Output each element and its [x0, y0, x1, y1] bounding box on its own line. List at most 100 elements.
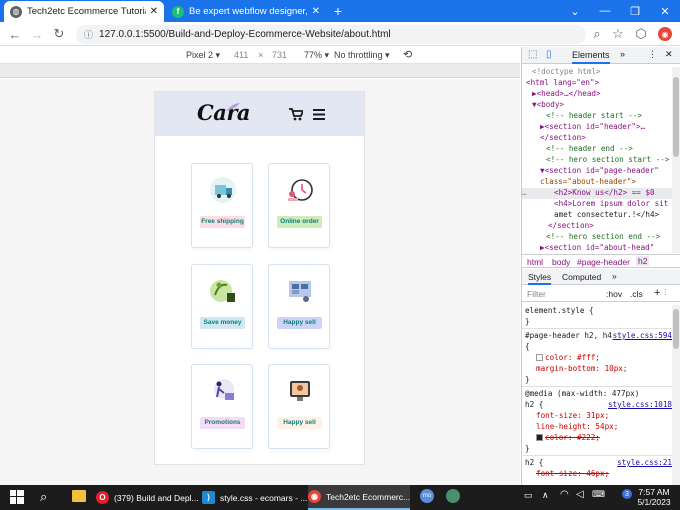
- dom-line[interactable]: <!doctype html>: [532, 67, 680, 79]
- breadcrumb-page-header[interactable]: #page-header: [577, 257, 630, 267]
- wifi-icon[interactable]: ◠: [560, 489, 569, 500]
- info-icon[interactable]: ⓘ: [84, 28, 93, 41]
- rule-selector[interactable]: #page-header h2, h4: [525, 331, 615, 342]
- tab-search-icon[interactable]: ⌄: [560, 0, 590, 22]
- css-property[interactable]: color: #fff;: [536, 353, 680, 364]
- dom-line[interactable]: <h4>Lorem ipsum dolor sit: [554, 199, 680, 211]
- dom-line[interactable]: ▶<section id="about-head": [540, 243, 680, 255]
- styles-filter-input[interactable]: Filter: [527, 289, 546, 299]
- tray-chevron-icon[interactable]: ∧: [542, 490, 549, 501]
- css-property-overridden[interactable]: color: #222;: [536, 433, 680, 444]
- dom-scrollbar[interactable]: [672, 67, 680, 253]
- dom-line[interactable]: ▼<body>: [532, 100, 680, 112]
- tab-styles[interactable]: Styles: [528, 272, 552, 285]
- new-tab-button[interactable]: +: [330, 3, 346, 19]
- reload-button[interactable]: ↻: [50, 25, 68, 43]
- hamburger-menu-icon[interactable]: [313, 109, 325, 120]
- styles-scrollbar[interactable]: [672, 305, 680, 485]
- zoom-icon[interactable]: ⌕: [588, 25, 606, 43]
- bookmark-star-icon[interactable]: ☆: [609, 25, 627, 43]
- more-tabs-icon[interactable]: »: [620, 49, 625, 59]
- search-icon[interactable]: ⌕: [40, 489, 47, 505]
- extension-icon[interactable]: ⬡: [632, 25, 650, 43]
- dom-scrollbar-thumb[interactable]: [673, 77, 679, 157]
- feature-box-happy-sell-2: Happy sell: [268, 364, 330, 449]
- site-header: Cara: [155, 92, 364, 136]
- breadcrumb-html[interactable]: html: [527, 257, 543, 267]
- more-style-tabs-icon[interactable]: »: [612, 271, 617, 281]
- dom-line[interactable]: <!-- hero section end -->: [546, 232, 680, 244]
- volume-icon[interactable]: ◁: [576, 489, 584, 500]
- dom-line[interactable]: </section>: [540, 133, 680, 145]
- color-swatch-white[interactable]: [536, 354, 543, 361]
- forward-button[interactable]: →: [28, 25, 46, 43]
- new-rule-icon[interactable]: +: [654, 287, 660, 299]
- device-select[interactable]: Pixel 2 ▾: [186, 50, 220, 61]
- fiverr-icon: f: [172, 5, 184, 18]
- notification-badge[interactable]: 3: [622, 489, 632, 499]
- keyboard-icon[interactable]: ⌨: [592, 489, 605, 500]
- dom-line[interactable]: <!-- header start -->: [546, 111, 680, 123]
- close-tab-icon[interactable]: ✕: [150, 6, 158, 17]
- zoom-select[interactable]: 77% ▾: [304, 50, 329, 61]
- close-window-button[interactable]: ✕: [650, 0, 680, 22]
- logo[interactable]: Cara: [197, 100, 251, 125]
- styles-scrollbar-thumb[interactable]: [673, 309, 679, 349]
- close-tab-icon[interactable]: ✕: [312, 6, 320, 17]
- element-style-rule[interactable]: element.style {: [525, 306, 673, 317]
- breadcrumb-body[interactable]: body: [552, 257, 570, 267]
- dom-line[interactable]: ▶<section id="header">…: [540, 122, 680, 134]
- cls-toggle[interactable]: .cls: [630, 289, 643, 299]
- dom-line[interactable]: <!-- hero section start -->: [546, 155, 680, 167]
- rule-source-link[interactable]: style.css:21: [602, 458, 672, 469]
- taskbar-app-chrome[interactable]: ◉ Tech2etc Ecommerc...: [308, 485, 410, 510]
- windows-start-icon[interactable]: [10, 490, 24, 504]
- dom-line[interactable]: </section>: [548, 221, 680, 233]
- dom-line-selected[interactable]: <h2>Know us</h2> == $0: [554, 188, 680, 200]
- rotate-icon[interactable]: ⟲: [403, 48, 412, 61]
- rule-selector[interactable]: h2 {: [525, 458, 585, 469]
- dom-line[interactable]: <!-- header end -->: [546, 144, 680, 156]
- inspect-element-icon[interactable]: ⬚: [528, 49, 537, 60]
- rule-selector[interactable]: h2 {: [525, 400, 585, 411]
- taskbar-app-opera[interactable]: O (379) Build and Depl...: [96, 485, 199, 510]
- minimize-button[interactable]: —: [590, 0, 620, 22]
- tab-elements[interactable]: Elements: [572, 50, 610, 64]
- css-property[interactable]: line-height: 54px;: [536, 422, 680, 433]
- viewport-width[interactable]: 411: [234, 50, 248, 60]
- cart-icon[interactable]: [289, 108, 303, 121]
- hov-toggle[interactable]: :hov: [606, 289, 622, 299]
- tab-active[interactable]: ◍ Tech2etc Ecommerce Tutorial ✕: [4, 1, 164, 22]
- address-bar[interactable]: ⓘ 127.0.0.1:5500/Build-and-Deploy-Ecomme…: [76, 25, 586, 44]
- viewport-height[interactable]: 731: [272, 50, 287, 60]
- color-swatch-dark[interactable]: [536, 434, 543, 441]
- rule-source-link[interactable]: style.css:594: [612, 331, 672, 342]
- rule-source-link[interactable]: style.css:1018: [602, 400, 672, 411]
- taskbar-app-vscode[interactable]: ⟩ style.css - ecomars - ...: [202, 485, 307, 510]
- dom-line[interactable]: class="about-header">: [540, 177, 680, 189]
- file-explorer-icon[interactable]: [72, 490, 86, 502]
- throttling-select[interactable]: No throttling ▾: [334, 50, 390, 61]
- battery-icon[interactable]: ▭: [524, 490, 533, 501]
- device-toggle-icon[interactable]: ▯: [546, 49, 552, 60]
- dom-line[interactable]: ▼<section id="page-header": [540, 166, 680, 178]
- media-query-ruler[interactable]: [0, 64, 520, 78]
- tab-computed[interactable]: Computed: [562, 272, 601, 282]
- breadcrumb-h2[interactable]: h2: [636, 256, 650, 266]
- maximize-button[interactable]: ❐: [620, 0, 650, 22]
- dom-line[interactable]: <html lang="en">: [526, 78, 674, 90]
- app-icon[interactable]: [446, 489, 460, 503]
- sidebar-toggle-icon[interactable]: ⫶: [664, 287, 666, 298]
- dom-line[interactable]: ▶<head>…</head>: [532, 89, 680, 101]
- clock[interactable]: 7:57 AM 5/1/2023: [637, 487, 671, 507]
- profile-icon[interactable]: ◉: [658, 27, 672, 41]
- back-button[interactable]: ←: [6, 25, 24, 43]
- css-property-overridden[interactable]: font-size: 46px;: [536, 469, 680, 480]
- tab-inactive[interactable]: f Be expert webflow designer, dev ✕: [166, 1, 326, 22]
- close-devtools-icon[interactable]: ✕: [665, 49, 673, 60]
- meet-icon[interactable]: mo: [420, 489, 434, 503]
- css-property[interactable]: margin-bottom: 10px;: [536, 364, 680, 375]
- css-property[interactable]: font-size: 31px;: [536, 411, 680, 422]
- dom-line[interactable]: amet consectetur.!</h4>: [554, 210, 680, 222]
- devtools-menu-icon[interactable]: ⋮: [648, 49, 657, 60]
